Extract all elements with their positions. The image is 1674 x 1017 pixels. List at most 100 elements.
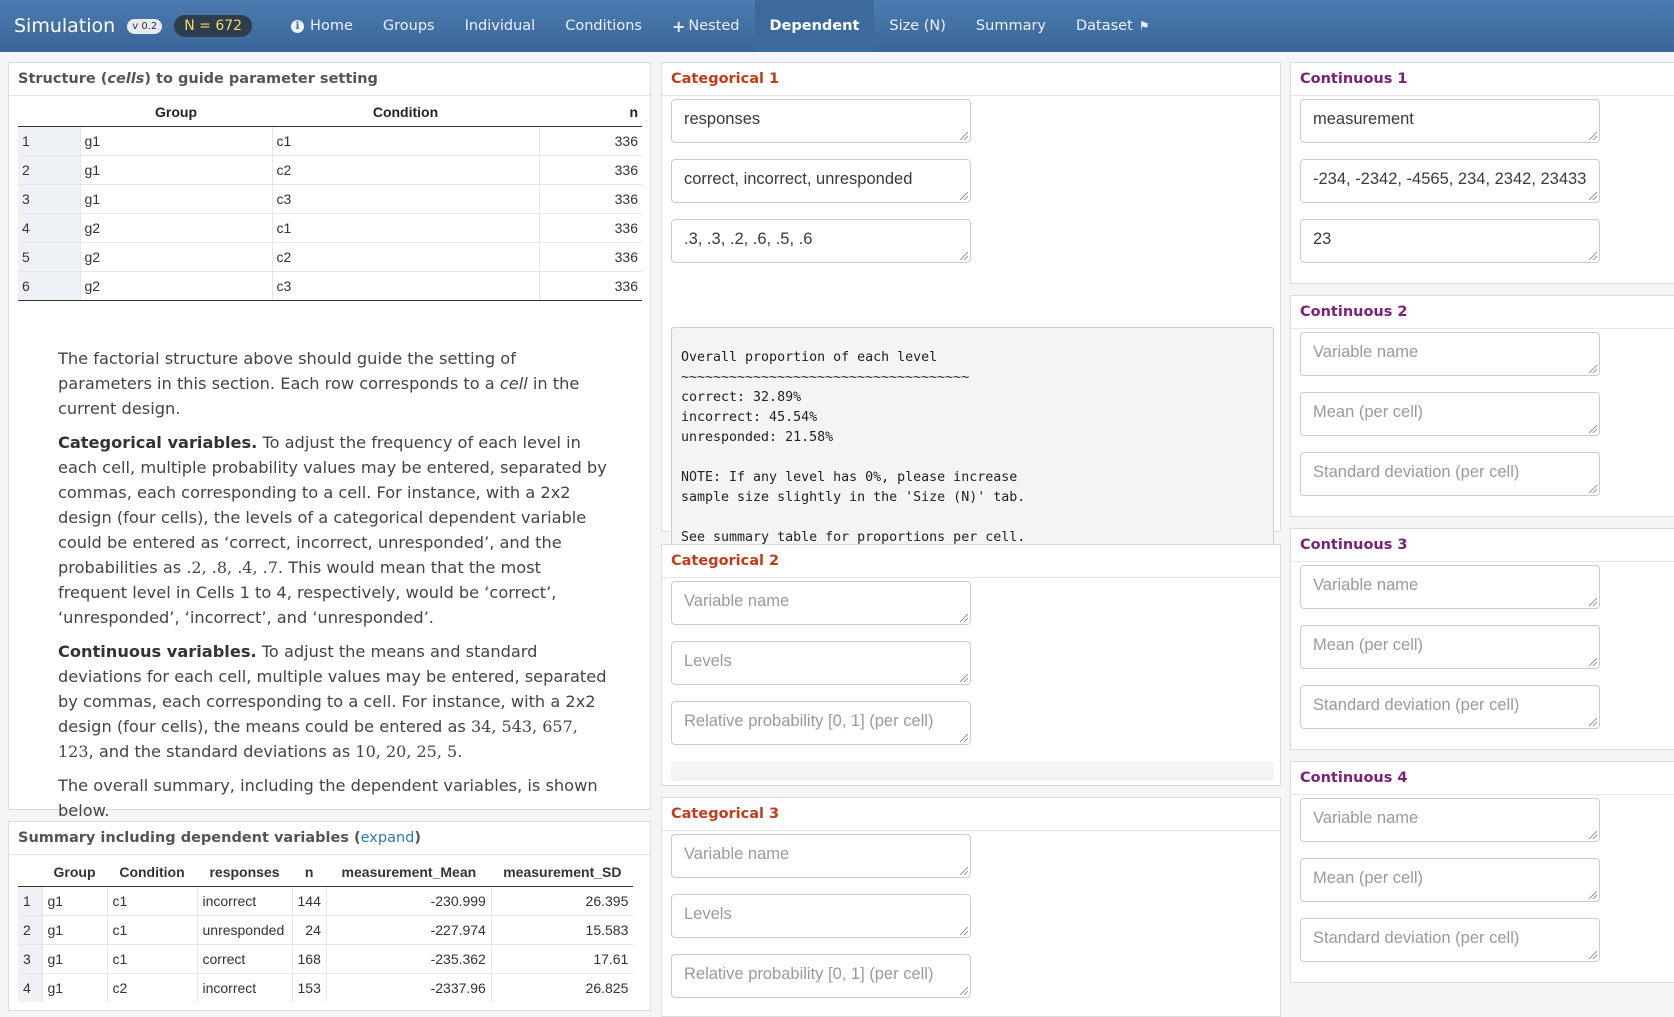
continuous-4-name-input[interactable]: Variable name xyxy=(1300,798,1600,842)
resize-grip-icon[interactable] xyxy=(960,132,968,140)
table-row: 3 g1 c3 336 xyxy=(18,183,642,213)
info-icon: i xyxy=(291,19,305,33)
resize-grip-icon[interactable] xyxy=(1589,598,1597,606)
categorical-1-levels-input[interactable]: correct, incorrect, unresponded xyxy=(671,159,971,203)
tab-individual[interactable]: Individual xyxy=(450,0,551,52)
resize-grip-icon[interactable] xyxy=(960,987,968,995)
categorical-2-output xyxy=(671,761,1274,781)
version-badge: v 0.2 xyxy=(127,18,163,34)
resize-grip-icon[interactable] xyxy=(960,252,968,260)
col-group: Group xyxy=(80,99,272,127)
continuous-2-title: Continuous 2 xyxy=(1291,296,1674,329)
resize-grip-icon[interactable] xyxy=(1589,252,1597,260)
continuous-3-mean-input[interactable]: Mean (per cell) xyxy=(1300,625,1600,669)
top-navbar: Simulation v 0.2 N = 672 i Home Groups In… xyxy=(0,0,1674,52)
tab-individual-label: Individual xyxy=(464,18,536,34)
resize-grip-icon[interactable] xyxy=(960,192,968,200)
continuous-3-title: Continuous 3 xyxy=(1291,529,1674,562)
tab-home-label: Home xyxy=(310,18,353,34)
tab-dataset[interactable]: Dataset ⚑ xyxy=(1061,0,1165,52)
table-row: 1 g1 c1 incorrect 144 -230.999 26.395 xyxy=(18,885,634,915)
continuous-1-sd-input[interactable]: 23 xyxy=(1300,219,1600,263)
continuous-2-name-input[interactable]: Variable name xyxy=(1300,332,1600,376)
table-row: 1 g1 c1 336 xyxy=(18,125,642,155)
resize-grip-icon[interactable] xyxy=(1589,485,1597,493)
tab-size[interactable]: Size (N) xyxy=(874,0,961,52)
tab-nested-label: Nested xyxy=(688,18,740,34)
continuous-2-mean-input[interactable]: Mean (per cell) xyxy=(1300,392,1600,436)
col-n: n xyxy=(539,99,642,127)
tab-nested[interactable]: + Nested xyxy=(657,0,755,52)
tab-summary-label: Summary xyxy=(975,18,1046,34)
table-row: 3 g1 c1 correct 168 -235.362 17.61 xyxy=(18,943,634,973)
continuous-4-panel: Continuous 4 Variable name Mean (per cel… xyxy=(1290,761,1674,983)
continuous-4-sd-input[interactable]: Standard deviation (per cell) xyxy=(1300,918,1600,962)
resize-grip-icon[interactable] xyxy=(960,614,968,622)
resize-grip-icon[interactable] xyxy=(960,867,968,875)
instructions-summary: The overall summary, including the depen… xyxy=(58,776,598,820)
resize-grip-icon[interactable] xyxy=(960,674,968,682)
tab-dependent-label: Dependent xyxy=(769,18,860,34)
categorical-2-probs-input[interactable]: Relative probability [0, 1] (per cell) xyxy=(671,701,971,745)
summary-table: Group Condition responses n measurement_… xyxy=(18,858,634,1002)
table-row: 5 g2 c2 336 xyxy=(18,241,642,271)
continuous-4-mean-input[interactable]: Mean (per cell) xyxy=(1300,858,1600,902)
resize-grip-icon[interactable] xyxy=(1589,718,1597,726)
resize-grip-icon[interactable] xyxy=(960,927,968,935)
resize-grip-icon[interactable] xyxy=(1589,192,1597,200)
categorical-2-panel: Categorical 2 Variable name Levels Relat… xyxy=(661,544,1281,786)
continuous-2-sd-input[interactable]: Standard deviation (per cell) xyxy=(1300,452,1600,496)
categorical-2-levels-input[interactable]: Levels xyxy=(671,641,971,685)
continuous-1-mean-input[interactable]: -234, -2342, -4565, 234, 2342, 23433 xyxy=(1300,159,1600,203)
tab-dependent[interactable]: Dependent xyxy=(754,0,875,52)
expand-link[interactable]: expand xyxy=(361,830,415,846)
resize-grip-icon[interactable] xyxy=(1589,425,1597,433)
continuous-1-title: Continuous 1 xyxy=(1291,63,1674,96)
resize-grip-icon[interactable] xyxy=(1589,951,1597,959)
tab-conditions-label: Conditions xyxy=(565,18,642,34)
checkered-flag-icon: ⚑ xyxy=(1138,19,1150,33)
table-row: 6 g2 c3 336 xyxy=(18,270,642,301)
table-row: 2 g1 c2 336 xyxy=(18,154,642,184)
sample-size-badge: N = 672 xyxy=(174,15,253,37)
structure-title: Structure (cells) to guide parameter set… xyxy=(9,63,650,96)
plus-icon: + xyxy=(671,16,686,36)
continuous-3-name-input[interactable]: Variable name xyxy=(1300,565,1600,609)
categorical-1-title: Categorical 1 xyxy=(662,63,1280,96)
resize-grip-icon[interactable] xyxy=(1589,132,1597,140)
instructions-categorical: Categorical variables. To adjust the fre… xyxy=(58,433,607,627)
tab-groups[interactable]: Groups xyxy=(368,0,450,52)
resize-grip-icon[interactable] xyxy=(1589,658,1597,666)
continuous-3-sd-input[interactable]: Standard deviation (per cell) xyxy=(1300,685,1600,729)
categorical-1-output: Overall proportion of each level ~~~~~~~… xyxy=(671,327,1274,573)
tab-size-label: Size (N) xyxy=(889,18,946,34)
tab-summary[interactable]: Summary xyxy=(961,0,1061,52)
categorical-1-probs-input[interactable]: .3, .3, .2, .6, .5, .6 xyxy=(671,219,971,263)
categorical-3-title: Categorical 3 xyxy=(662,798,1280,831)
instructions-continuous: Continuous variables. To adjust the mean… xyxy=(58,642,607,761)
summary-panel: Summary including dependent variables (e… xyxy=(8,821,651,1011)
design-table: Group Condition n 1 g1 c1 336 2 g1 c2 336 3 g1 c… xyxy=(18,99,642,301)
table-row: 2 g1 c1 unresponded 24 -227.974 15.583 xyxy=(18,914,634,944)
resize-grip-icon[interactable] xyxy=(1589,891,1597,899)
resize-grip-icon[interactable] xyxy=(1589,831,1597,839)
categorical-1-name-input[interactable]: responses xyxy=(671,99,971,143)
resize-grip-icon[interactable] xyxy=(1589,365,1597,373)
categorical-2-name-input[interactable]: Variable name xyxy=(671,581,971,625)
app-title[interactable]: Simulation xyxy=(14,15,115,37)
continuous-3-panel: Continuous 3 Variable name Mean (per cel… xyxy=(1290,528,1674,750)
tab-conditions[interactable]: Conditions xyxy=(550,0,657,52)
tab-home[interactable]: i Home xyxy=(276,0,368,52)
categorical-3-probs-input[interactable]: Relative probability [0, 1] (per cell) xyxy=(671,954,971,998)
tab-groups-label: Groups xyxy=(382,18,435,34)
categorical-3-levels-input[interactable]: Levels xyxy=(671,894,971,938)
summary-title: Summary including dependent variables (e… xyxy=(9,822,650,855)
structure-panel: Structure (cells) to guide parameter set… xyxy=(8,62,651,820)
table-row: 4 g2 c1 336 xyxy=(18,212,642,242)
instructions-text: The factorial structure above should gui… xyxy=(58,346,613,832)
categorical-2-title: Categorical 2 xyxy=(662,545,1280,578)
col-condition: Condition xyxy=(272,99,539,127)
categorical-3-name-input[interactable]: Variable name xyxy=(671,834,971,878)
resize-grip-icon[interactable] xyxy=(960,734,968,742)
continuous-1-name-input[interactable]: measurement xyxy=(1300,99,1600,143)
